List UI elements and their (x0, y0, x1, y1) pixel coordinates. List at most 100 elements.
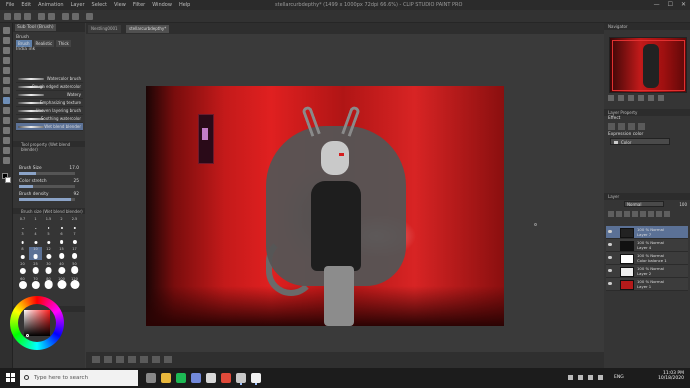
transform-icon[interactable] (72, 13, 79, 20)
clock[interactable]: 11:03 PM 10/18/2020 (658, 371, 684, 381)
nav-zoom-out-icon[interactable] (608, 95, 614, 101)
clip-studio-paint-icon[interactable] (251, 373, 261, 383)
brush-size-option[interactable]: 5 (42, 232, 55, 245)
subtool-category[interactable]: India ink (16, 47, 35, 52)
network-icon[interactable] (588, 375, 593, 380)
brush-size-option[interactable]: 1 (29, 217, 42, 230)
brush-size-option[interactable]: 70 (29, 277, 42, 290)
menu-animation[interactable]: Animation (38, 2, 64, 8)
flip-icon[interactable] (152, 356, 160, 363)
layer-row[interactable]: 100 % Normal Color balance 1 (606, 252, 688, 265)
brush-size-option[interactable]: 2 (55, 217, 68, 230)
zoom-in-icon[interactable] (104, 356, 112, 363)
effect-color-icon[interactable] (638, 123, 645, 130)
property-value[interactable]: 25 (74, 179, 79, 184)
brush-size-option[interactable]: 10 (29, 247, 42, 260)
brush-size-option[interactable]: 4 (29, 232, 42, 245)
fit-icon[interactable] (140, 356, 148, 363)
brush-size-option[interactable]: 17 (68, 247, 81, 260)
brush-item[interactable]: Watercolor brush (16, 75, 83, 83)
menu-window[interactable]: Window (152, 2, 172, 8)
zoom-tool-icon[interactable] (3, 27, 10, 34)
new-folder-icon[interactable] (624, 211, 630, 217)
lock-icon[interactable] (648, 211, 654, 217)
clip-layer-icon[interactable] (640, 211, 646, 217)
minimize-button[interactable]: — (654, 1, 660, 8)
brush-size-option[interactable]: 15 (55, 247, 68, 260)
merge-down-icon[interactable] (632, 211, 638, 217)
save-icon[interactable] (24, 13, 31, 20)
brush-density-property[interactable]: Brush density 92 (19, 192, 81, 201)
subtab-realistic[interactable]: Realistic (33, 40, 55, 47)
rotate-right-icon[interactable] (128, 356, 136, 363)
brush-size-option[interactable]: 7 (68, 232, 81, 245)
spotify-icon[interactable] (176, 373, 186, 383)
brush-item[interactable]: Uneven layering brush (16, 107, 83, 115)
layer-opacity[interactable]: 100 (679, 202, 687, 207)
discord-icon[interactable] (191, 373, 201, 383)
menu-file[interactable]: File (6, 2, 14, 8)
menu-layer[interactable]: Layer (71, 2, 85, 8)
brush-size-option[interactable]: 3 (16, 232, 29, 245)
blend-mode-select[interactable]: Normal (624, 201, 664, 207)
effect-tone-icon[interactable] (628, 123, 635, 130)
menu-view[interactable]: View (114, 2, 126, 8)
clear-icon[interactable] (62, 13, 69, 20)
maximize-button[interactable]: ☐ (668, 1, 673, 8)
brush-size-option[interactable]: 1.5 (42, 217, 55, 230)
layer-row[interactable]: 100 % Normal Layer 4 (606, 239, 688, 252)
brush-size-option[interactable]: 30 (42, 262, 55, 275)
new-layer-icon[interactable] (608, 211, 614, 217)
brush-size-option[interactable]: 25 (29, 262, 42, 275)
file-explorer-icon[interactable] (161, 373, 171, 383)
drawing-canvas[interactable] (146, 86, 504, 326)
brush-size-option[interactable]: 0.7 (16, 217, 29, 230)
brush-size-slider[interactable] (19, 172, 75, 175)
undo-icon[interactable] (38, 13, 45, 20)
delete-layer-icon[interactable] (664, 211, 670, 217)
tab-subtool-brush[interactable]: Sub Tool (Brush) (15, 24, 56, 31)
property-value[interactable]: 17.0 (69, 166, 79, 171)
visibility-eye-icon[interactable] (608, 269, 612, 272)
nav-zoom-in-icon[interactable] (618, 95, 624, 101)
brush-item-selected[interactable]: Wet blend blender (16, 123, 83, 131)
windows-start-icon[interactable] (6, 373, 15, 382)
pen-tool-icon[interactable] (3, 77, 10, 84)
brush-tool-icon[interactable] (3, 97, 10, 104)
rotate-left-icon[interactable] (116, 356, 124, 363)
task-view-icon[interactable] (146, 373, 156, 383)
visibility-eye-icon[interactable] (608, 230, 612, 233)
blend-tool-icon[interactable] (3, 127, 10, 134)
brush-size-option[interactable]: 50 (68, 262, 81, 275)
redo-icon[interactable] (48, 13, 55, 20)
mail-icon[interactable] (206, 373, 216, 383)
pencil-tool-icon[interactable] (3, 87, 10, 94)
nav-rotate-icon[interactable] (648, 95, 654, 101)
airbrush-tool-icon[interactable] (3, 107, 10, 114)
people-icon[interactable] (568, 375, 573, 380)
brush-density-slider[interactable] (19, 198, 75, 201)
new-file-icon[interactable] (4, 13, 11, 20)
navigator-thumbnail[interactable] (609, 37, 687, 93)
brush-size-option[interactable]: 8 (16, 247, 29, 260)
tab-document-active[interactable]: stellarcurbdepthy* (126, 25, 170, 33)
brush-size-option[interactable]: 12 (42, 247, 55, 260)
visibility-eye-icon[interactable] (608, 243, 612, 246)
brush-item[interactable]: Watery (16, 91, 83, 99)
volume-icon[interactable] (598, 375, 603, 380)
open-file-icon[interactable] (14, 13, 21, 20)
brush-size-option[interactable]: 120 (68, 277, 81, 290)
effect-extract-line-icon[interactable] (618, 123, 625, 130)
lasso-tool-icon[interactable] (3, 57, 10, 64)
select-tool-icon[interactable] (3, 47, 10, 54)
brush-size-option[interactable]: 6 (55, 232, 68, 245)
sub-color-swatch[interactable] (5, 177, 11, 183)
nav-actual-size-icon[interactable] (638, 95, 644, 101)
tab-document-1[interactable]: Nestling0001 (88, 25, 121, 33)
fill-tool-icon[interactable] (3, 137, 10, 144)
subtab-brush[interactable]: Brush (16, 40, 32, 47)
subtab-thick[interactable]: Thick (56, 40, 71, 47)
gradient-tool-icon[interactable] (3, 147, 10, 154)
taskbar-search-input[interactable]: Type here to search (20, 370, 138, 386)
layer-row[interactable]: 100 % Normal Layer 1 (606, 278, 688, 291)
